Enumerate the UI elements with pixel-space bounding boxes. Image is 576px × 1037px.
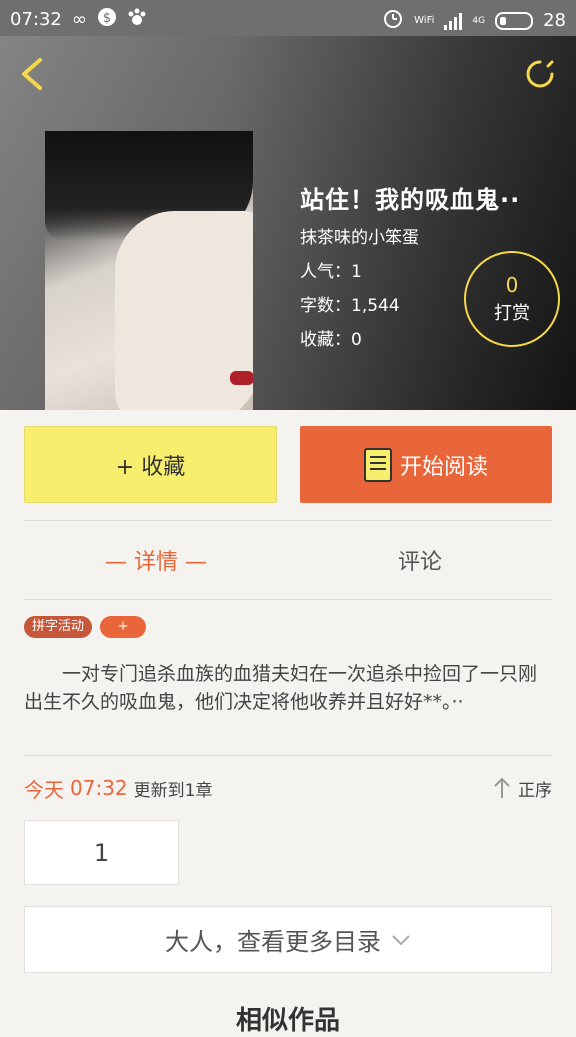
divider <box>24 755 552 756</box>
refresh-button[interactable] <box>522 56 558 92</box>
arrow-up-icon <box>494 777 510 798</box>
chapter-item[interactable]: 1 <box>24 820 179 885</box>
sort-order-label: 正序 <box>518 780 552 801</box>
book-title: 站住！我的吸血鬼·· <box>300 186 521 214</box>
tab-comments[interactable]: 评论 <box>288 544 552 576</box>
update-text: 更新到1章 <box>133 780 213 801</box>
status-time: 07:32 <box>10 9 62 30</box>
view-more-catalog-button[interactable]: 大人，查看更多目录 <box>24 906 552 973</box>
back-button[interactable] <box>18 56 48 92</box>
divider <box>24 599 552 600</box>
signal-icon <box>444 12 463 30</box>
book-description[interactable]: 一对专门追杀血族的血猎夫妇在一次追杀中捡回了一只刚出生不久的吸血鬼，他们决定将他… <box>24 660 552 716</box>
svg-text:$: $ <box>103 11 111 26</box>
book-cover-image[interactable] <box>45 131 253 410</box>
paw-icon <box>127 7 147 32</box>
similar-works-title: 相似作品 <box>235 1006 340 1036</box>
tip-label: 打赏 <box>494 303 530 324</box>
detail-tabs: — 详情 — 评论 <box>24 521 552 599</box>
battery-icon <box>495 11 534 30</box>
tag-activity[interactable]: 拼字活动 <box>24 616 93 638</box>
add-favorite-label: + 收藏 <box>115 454 186 480</box>
tag-add[interactable]: + <box>100 616 147 638</box>
update-day: 今天 <box>24 777 64 802</box>
tip-button[interactable]: 0 打赏 <box>464 251 560 347</box>
chevron-down-icon <box>392 934 410 945</box>
infinity-icon: ∞ <box>71 9 87 30</box>
app-notification-icon: $ <box>97 7 117 32</box>
tag-list: 拼字活动 + <box>24 616 147 638</box>
tab-details[interactable]: — 详情 — <box>24 544 288 576</box>
view-more-catalog-label: 大人，查看更多目录 <box>165 928 381 956</box>
alarm-icon <box>382 7 404 34</box>
update-info: 今天 07:32 更新到1章 正序 <box>24 770 552 806</box>
book-icon <box>363 447 392 482</box>
start-reading-label: 开始阅读 <box>399 454 488 480</box>
chapter-label: 1 <box>93 838 110 867</box>
chevron-left-icon <box>22 58 42 90</box>
add-favorite-button[interactable]: + 收藏 <box>24 426 277 503</box>
wifi-badge: WiFi <box>414 15 435 26</box>
update-time: 07:32 <box>70 776 128 800</box>
loading-spinner-icon <box>526 60 554 88</box>
tip-count: 0 <box>505 273 519 297</box>
battery-level: 28 <box>543 10 566 31</box>
sort-order-button[interactable]: 正序 <box>492 776 552 801</box>
start-reading-button[interactable]: 开始阅读 <box>300 426 552 503</box>
network-type: 4G <box>472 15 486 26</box>
status-bar: 07:32 ∞ $ WiFi 4G 28 <box>0 0 576 36</box>
book-author[interactable]: 抹茶味的小笨蛋 <box>300 223 520 248</box>
